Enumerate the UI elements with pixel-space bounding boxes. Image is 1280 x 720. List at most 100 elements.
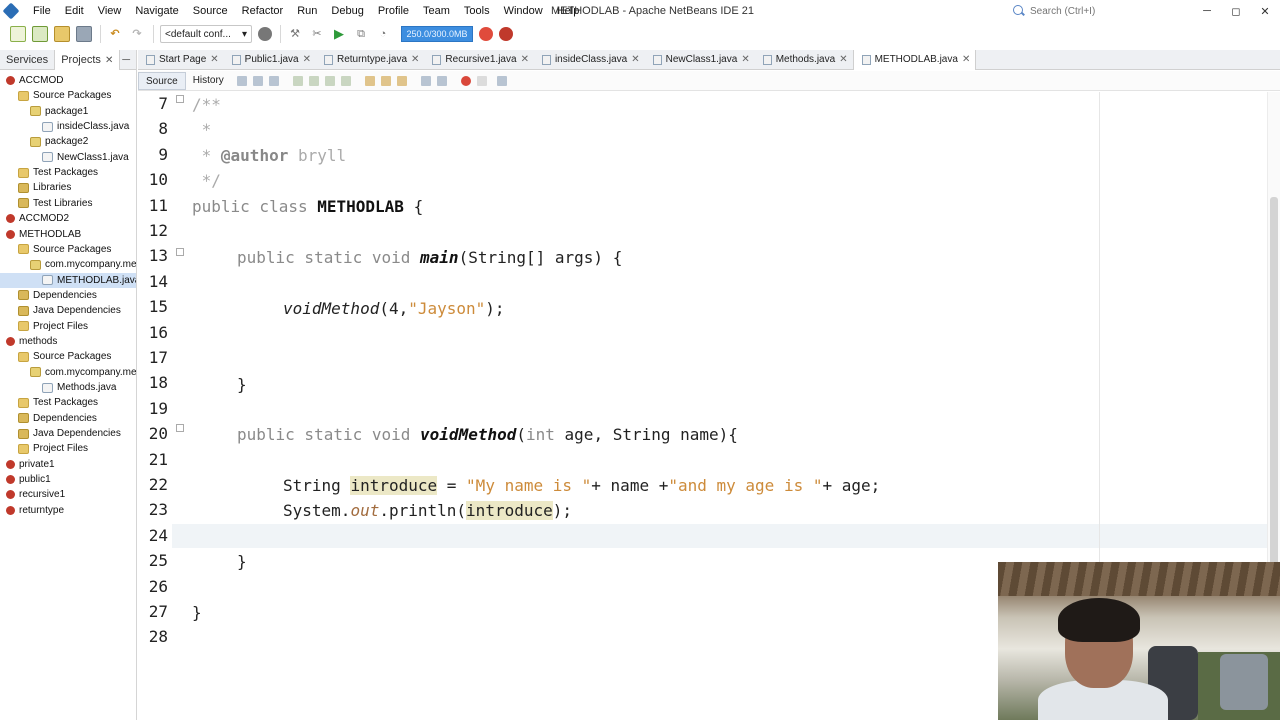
menu-debug[interactable]: Debug xyxy=(324,0,370,22)
tree-item[interactable]: Java Dependencies xyxy=(0,426,136,441)
tree-item[interactable]: package2 xyxy=(0,134,136,149)
menu-view[interactable]: View xyxy=(91,0,129,22)
globe-icon[interactable] xyxy=(258,27,272,41)
minimize-panel-button[interactable]: ─ xyxy=(122,54,136,66)
tree-item[interactable]: METHODLAB.java xyxy=(0,272,136,288)
next-bookmark-icon[interactable] xyxy=(380,75,391,86)
tab-services[interactable]: Services xyxy=(0,50,54,70)
history-mode-button[interactable]: History xyxy=(186,72,231,90)
tree-item[interactable]: Java Dependencies xyxy=(0,303,136,318)
close-icon[interactable]: ✕ xyxy=(839,50,847,70)
run-icon[interactable]: ▶ xyxy=(331,26,347,42)
debug-icon[interactable]: ⧉ xyxy=(353,26,369,42)
tree-item[interactable]: METHODLAB xyxy=(0,227,136,242)
menu-tools[interactable]: Tools xyxy=(457,0,497,22)
editor-tab[interactable]: insideClass.java ✕ xyxy=(534,50,645,70)
clean-build-icon[interactable]: ✂ xyxy=(309,26,325,42)
tree-item[interactable]: Source Packages xyxy=(0,349,136,364)
search-input[interactable] xyxy=(1030,5,1180,17)
shift-right-icon[interactable] xyxy=(436,75,447,86)
start-macro-icon[interactable] xyxy=(460,75,471,86)
tree-item[interactable]: Source Packages xyxy=(0,242,136,257)
gc-icon[interactable] xyxy=(479,27,493,41)
editor-tab[interactable]: Start Page ✕ xyxy=(138,50,224,70)
tree-item[interactable]: Dependencies xyxy=(0,411,136,426)
menu-navigate[interactable]: Navigate xyxy=(128,0,185,22)
tree-item[interactable]: Test Packages xyxy=(0,165,136,180)
tree-item[interactable]: Methods.java xyxy=(0,380,136,395)
menu-refactor[interactable]: Refactor xyxy=(235,0,291,22)
editor-tab[interactable]: Recursive1.java ✕ xyxy=(424,50,534,70)
tree-item[interactable]: package1 xyxy=(0,104,136,119)
tree-item[interactable]: ACCMOD2 xyxy=(0,211,136,226)
comment-icon[interactable] xyxy=(496,75,507,86)
menu-run[interactable]: Run xyxy=(290,0,324,22)
tree-item[interactable]: Test Libraries xyxy=(0,196,136,211)
menu-profile[interactable]: Profile xyxy=(371,0,416,22)
back-icon[interactable] xyxy=(252,75,263,86)
tree-item[interactable]: private1 xyxy=(0,457,136,472)
tree-item[interactable]: com.mycompany.met xyxy=(0,365,136,380)
tree-item[interactable]: recursive1 xyxy=(0,487,136,502)
save-all-icon[interactable] xyxy=(76,26,92,42)
undo-icon[interactable]: ↶ xyxy=(107,26,123,42)
editor-tab[interactable]: NewClass1.java ✕ xyxy=(645,50,755,70)
menu-file[interactable]: File xyxy=(26,0,58,22)
tree-item[interactable]: Source Packages xyxy=(0,88,136,103)
maximize-button[interactable]: ◻ xyxy=(1221,0,1251,22)
tree-item[interactable]: ACCMOD xyxy=(0,73,136,88)
find-selection-icon[interactable] xyxy=(292,75,303,86)
find-next-icon[interactable] xyxy=(324,75,335,86)
tree-item[interactable]: Dependencies xyxy=(0,288,136,303)
tree-item[interactable]: Project Files xyxy=(0,441,136,456)
tree-item[interactable]: com.mycompany.met xyxy=(0,257,136,272)
close-icon[interactable]: ✕ xyxy=(105,55,113,66)
build-hammer-icon[interactable]: ⚒ xyxy=(287,26,303,42)
configuration-select[interactable]: <default conf... ▾ xyxy=(160,25,252,43)
redo-icon[interactable]: ↷ xyxy=(129,26,145,42)
forward-icon[interactable] xyxy=(268,75,279,86)
tree-item[interactable]: Libraries xyxy=(0,180,136,195)
close-icon[interactable]: ✕ xyxy=(210,50,218,70)
menu-window[interactable]: Window xyxy=(497,0,550,22)
fold-marker-icon[interactable] xyxy=(176,424,184,432)
editor-tab[interactable]: METHODLAB.java ✕ xyxy=(852,49,977,70)
menu-source[interactable]: Source xyxy=(186,0,235,22)
profile-icon[interactable]: ◔ xyxy=(375,26,391,42)
fold-marker-icon[interactable] xyxy=(176,248,184,256)
last-edit-icon[interactable] xyxy=(236,75,247,86)
stop-macro-icon[interactable] xyxy=(476,75,487,86)
editor-tab[interactable]: Returntype.java ✕ xyxy=(316,50,424,70)
tree-item[interactable]: public1 xyxy=(0,472,136,487)
tree-item[interactable]: Test Packages xyxy=(0,395,136,410)
menu-edit[interactable]: Edit xyxy=(58,0,91,22)
toggle-highlight-icon[interactable] xyxy=(340,75,351,86)
close-window-button[interactable]: ✕ xyxy=(1250,0,1280,22)
source-mode-button[interactable]: Source xyxy=(138,71,186,90)
close-icon[interactable]: ✕ xyxy=(962,50,970,70)
new-file-icon[interactable] xyxy=(10,26,26,42)
editor-tab[interactable]: Methods.java ✕ xyxy=(755,50,853,70)
profiler-icon[interactable] xyxy=(499,27,513,41)
shift-left-icon[interactable] xyxy=(420,75,431,86)
close-icon[interactable]: ✕ xyxy=(521,50,529,70)
open-project-icon[interactable] xyxy=(54,26,70,42)
close-icon[interactable]: ✕ xyxy=(741,50,749,70)
fold-marker-icon[interactable] xyxy=(176,95,184,103)
minimize-button[interactable]: ─ xyxy=(1192,0,1222,22)
close-icon[interactable]: ✕ xyxy=(631,50,639,70)
close-icon[interactable]: ✕ xyxy=(411,50,419,70)
search-box[interactable] xyxy=(1012,3,1192,19)
memory-usage-bar[interactable]: 250.0/300.0MB xyxy=(401,26,473,42)
prev-bookmark-icon[interactable] xyxy=(364,75,375,86)
tree-item[interactable]: insideClass.java xyxy=(0,119,136,134)
tree-item[interactable]: Project Files xyxy=(0,319,136,334)
find-previous-icon[interactable] xyxy=(308,75,319,86)
menu-team[interactable]: Team xyxy=(416,0,457,22)
close-icon[interactable]: ✕ xyxy=(303,50,311,70)
tab-projects[interactable]: Projects ✕ xyxy=(54,50,121,70)
editor-tab[interactable]: Public1.java ✕ xyxy=(224,50,316,70)
tree-item[interactable]: NewClass1.java xyxy=(0,150,136,165)
toggle-bookmark-icon[interactable] xyxy=(396,75,407,86)
tree-item[interactable]: methods xyxy=(0,334,136,349)
